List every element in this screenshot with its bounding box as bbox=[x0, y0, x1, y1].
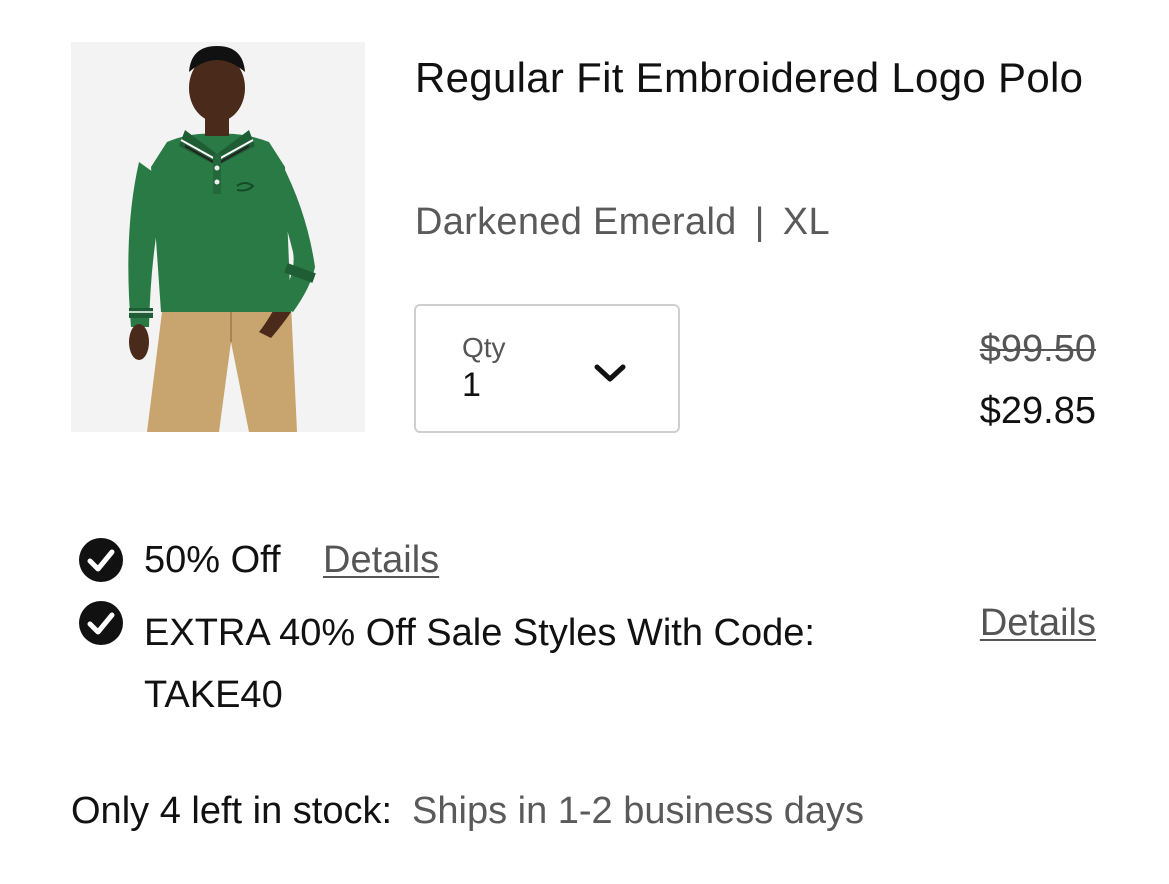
promotion-item: 50% Off Details bbox=[78, 537, 1098, 587]
original-price: $99.50 bbox=[979, 328, 1096, 370]
promotion-text: EXTRA 40% Off Sale Styles With Code: TAK… bbox=[144, 612, 815, 716]
product-photo-illustration bbox=[71, 42, 365, 432]
sale-price: $29.85 bbox=[979, 390, 1096, 432]
cart-line-item: Regular Fit Embroidered Logo Polo Darken… bbox=[0, 0, 1169, 884]
stock-count-label: Only 4 left in stock: bbox=[71, 790, 393, 832]
product-variant: Darkened Emerald | XL bbox=[415, 198, 830, 246]
quantity-label: Qty bbox=[462, 332, 506, 363]
checkmark-circle-icon bbox=[79, 538, 123, 582]
variant-separator: | bbox=[754, 201, 765, 243]
product-size: XL bbox=[782, 201, 830, 243]
promotion-item: EXTRA 40% Off Sale Styles With Code: TAK… bbox=[78, 600, 1098, 720]
promotion-details-link[interactable]: Details bbox=[323, 539, 439, 582]
product-title[interactable]: Regular Fit Embroidered Logo Polo bbox=[415, 42, 1115, 114]
promotion-details-link[interactable]: Details bbox=[980, 602, 1096, 645]
promotion-text: 50% Off bbox=[144, 539, 281, 581]
quantity-dropdown[interactable]: Qty 1 bbox=[414, 304, 680, 433]
quantity-value: 1 bbox=[462, 366, 481, 404]
checkmark-circle-icon bbox=[79, 601, 123, 645]
product-color: Darkened Emerald bbox=[415, 201, 737, 243]
shipping-estimate: Ships in 1-2 business days bbox=[412, 790, 865, 832]
product-image[interactable] bbox=[71, 42, 365, 432]
stock-status: Only 4 left in stock: Ships in 1-2 busine… bbox=[71, 790, 864, 833]
chevron-down-icon bbox=[594, 364, 626, 382]
